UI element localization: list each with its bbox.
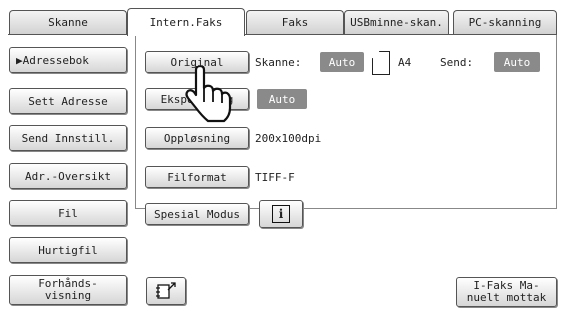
ifax-manual-receive-button[interactable]: I-Faks Ma- nuelt mottak [456,277,557,307]
preview-button[interactable]: Forhånds- visning [9,275,127,305]
resolution-label: Oppløsning [163,131,231,145]
resolution-button[interactable]: Oppløsning [145,127,249,149]
file-format-value: TIFF-F [255,171,295,184]
tab-divider [8,34,557,35]
address-book-button[interactable]: ▶ Adressebok [9,47,127,73]
info-button[interactable]: i [259,200,303,228]
scan-label: Skanne: [255,56,302,69]
special-modes-button[interactable]: Spesial Modus [145,203,249,225]
tab-usb-scan[interactable]: USBminne-skan. [344,10,449,34]
tab-label: PC-skanning [468,16,542,29]
quick-file-button[interactable]: Hurtigfil [9,237,127,263]
send-label: Send: [440,56,474,69]
exposure-value: Auto [257,89,307,109]
manual-receive-line2: nuelt mottak [466,291,547,304]
sidebar-item-label: Adr.-Oversikt [24,169,112,183]
send-value: Auto [494,52,540,72]
sidebar-item-label: Sett Adresse [28,94,108,108]
address-overview-button[interactable]: Adr.-Oversikt [9,163,127,189]
sidebar-item-label: Adressebok [22,53,89,67]
resolution-value: 200x100dpi [255,132,322,145]
preview-label-line2: visning [44,289,92,302]
file-format-label: Filformat [167,170,227,184]
selected-marker: ▶ [16,53,23,67]
tab-skanne[interactable]: Skanne [9,10,127,34]
tab-intern-faks[interactable]: Intern.Faks [127,8,245,36]
tab-label: Skanne [48,16,88,29]
tab-label: USBminne-skan. [350,16,443,29]
sidebar-item-label: Send Innstill. [21,131,115,145]
send-settings-button[interactable]: Send Innstill. [9,125,127,151]
set-address-button[interactable]: Sett Adresse [9,88,127,114]
paper-size: A4 [398,56,412,69]
sidebar-item-label: Fil [58,206,78,220]
file-button[interactable]: Fil [9,200,127,226]
paper-orientation-icon [372,51,390,75]
special-modes-label: Spesial Modus [153,207,241,221]
scan-value: Auto [320,52,364,72]
sidebar-item-label: Hurtigfil [38,243,98,257]
tab-label: Faks [281,16,309,29]
tab-label: Intern.Faks [149,16,223,29]
tab-pc-scan[interactable]: PC-skanning [453,10,557,34]
file-format-button[interactable]: Filformat [145,166,249,188]
address-book-icon [156,282,176,299]
address-book-icon-button[interactable] [146,277,186,305]
tab-faks[interactable]: Faks [246,10,344,34]
hand-pointer-icon [185,66,232,123]
info-icon: i [272,205,290,223]
